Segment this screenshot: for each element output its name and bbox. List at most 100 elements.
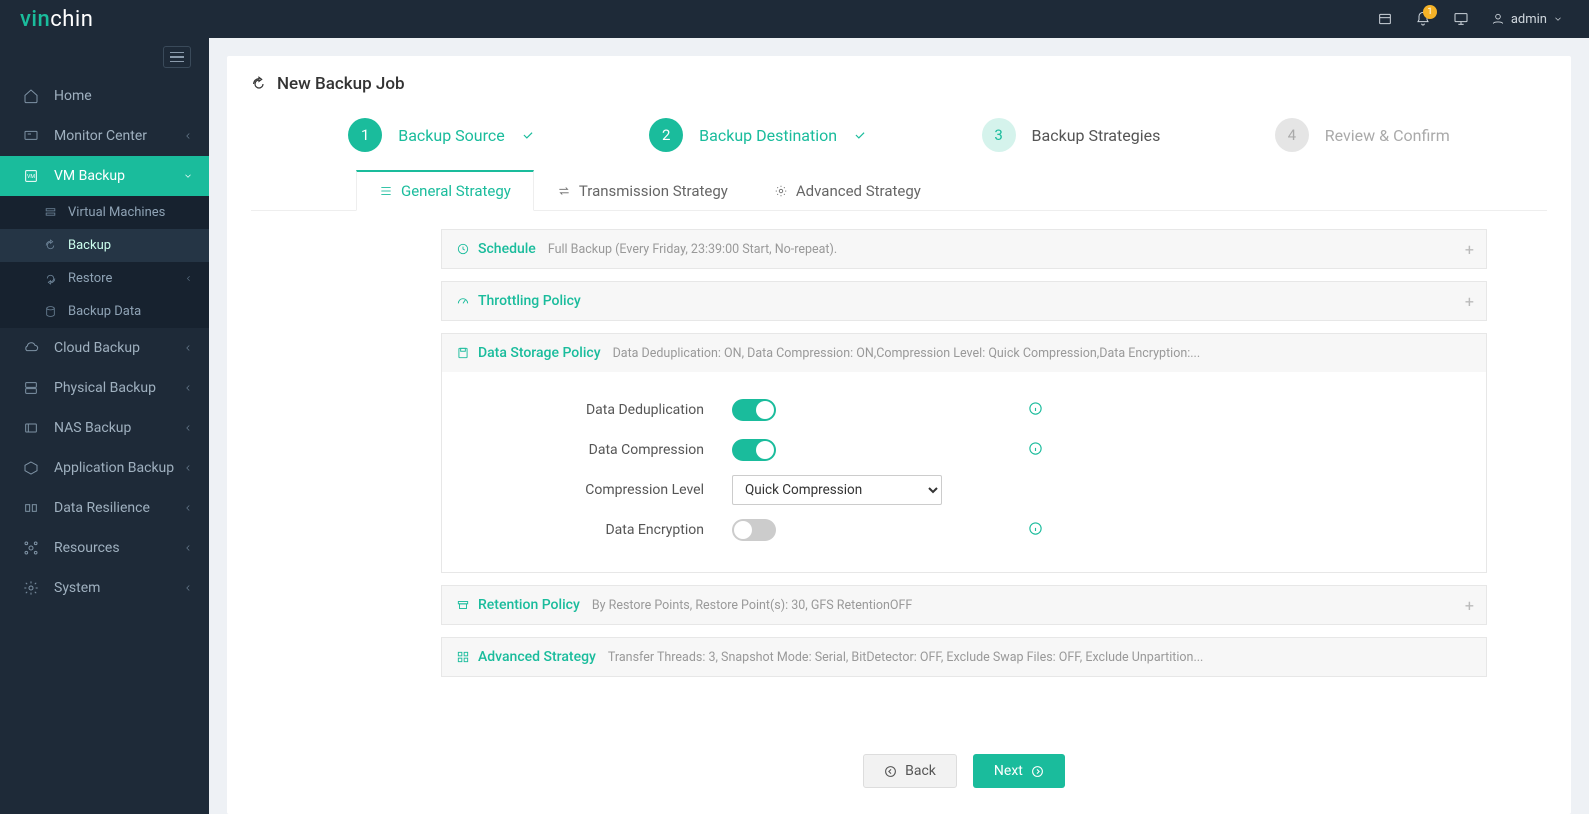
tab-advanced-strategy[interactable]: Advanced Strategy	[751, 170, 944, 210]
sidebar-toggle[interactable]	[0, 38, 209, 76]
step-label: Review & Confirm	[1325, 126, 1450, 145]
expand-icon: +	[1465, 596, 1474, 615]
sidebar-subitem-backup[interactable]: Backup	[0, 229, 209, 262]
toggle-data-deduplication[interactable]	[732, 399, 776, 421]
arrow-left-icon	[884, 765, 897, 778]
monitor-icon[interactable]	[1453, 11, 1469, 27]
sidebar-item-resources[interactable]: Resources	[0, 528, 209, 568]
gauge-icon	[456, 294, 470, 308]
panel-summary: By Restore Points, Restore Point(s): 30,…	[592, 598, 1472, 613]
panel-header-data-storage[interactable]: Data Storage Policy Data Deduplication: …	[442, 334, 1486, 372]
sidebar-item-system[interactable]: System	[0, 568, 209, 608]
wizard-footer: Back Next	[441, 738, 1487, 796]
panel-summary: Transfer Threads: 3, Snapshot Mode: Seri…	[608, 650, 1472, 665]
step-number: 2	[649, 118, 683, 152]
tab-general-strategy[interactable]: General Strategy	[356, 170, 534, 211]
notif-badge: 1	[1423, 5, 1437, 19]
chevron-right-icon	[183, 131, 193, 141]
main-area: New Backup Job 1 Backup Source 2 Backup …	[209, 38, 1589, 814]
user-name: admin	[1511, 12, 1547, 27]
bell-icon[interactable]: 1	[1415, 11, 1431, 27]
sidebar-item-label: Resources	[54, 540, 120, 556]
strategy-panels: Schedule Full Backup (Every Friday, 23:3…	[441, 229, 1487, 738]
panel-header-schedule[interactable]: Schedule Full Backup (Every Friday, 23:3…	[442, 230, 1486, 268]
sidebar-subitem-restore[interactable]: Restore	[0, 262, 209, 295]
list-icon	[44, 206, 58, 220]
sidebar-item-application-backup[interactable]: Application Backup	[0, 448, 209, 488]
sidebar-subitem-virtual-machines[interactable]: Virtual Machines	[0, 196, 209, 229]
step-number: 1	[348, 118, 382, 152]
sidebar-item-physical-backup[interactable]: Physical Backup	[0, 368, 209, 408]
panel-data-storage: Data Storage Policy Data Deduplication: …	[441, 333, 1487, 573]
expand-icon: +	[1465, 240, 1474, 259]
panel-body-data-storage: Data Deduplication Data Compression	[442, 372, 1486, 572]
sidebar-item-monitor-center[interactable]: Monitor Center	[0, 116, 209, 156]
info-icon[interactable]	[1028, 401, 1043, 420]
sidebar: Home Monitor Center VM VM Backup Virtual…	[0, 38, 209, 814]
panel-title: Schedule	[478, 241, 536, 257]
brand-right: chin	[50, 7, 93, 32]
panel-advanced: Advanced Strategy Transfer Threads: 3, S…	[441, 637, 1487, 677]
sidebar-submenu-vm-backup: Virtual Machines Backup Restore Backup D…	[0, 196, 209, 328]
step-label: Backup Destination	[699, 126, 837, 145]
row-data-compression: Data Compression	[472, 430, 1456, 470]
refresh-icon	[44, 239, 58, 253]
panel-header-advanced[interactable]: Advanced Strategy Transfer Threads: 3, S…	[442, 638, 1486, 676]
sidebar-item-home[interactable]: Home	[0, 76, 209, 116]
resources-icon	[22, 539, 40, 557]
panel-header-retention[interactable]: Retention Policy By Restore Points, Rest…	[442, 586, 1486, 624]
hamburger-icon	[163, 46, 191, 68]
step-number: 3	[982, 118, 1016, 152]
sidebar-item-label: Home	[54, 88, 92, 104]
resilience-icon	[22, 499, 40, 517]
step-review-confirm[interactable]: 4 Review & Confirm	[1275, 118, 1450, 152]
toggle-data-encryption[interactable]	[732, 519, 776, 541]
chevron-right-icon	[184, 274, 193, 283]
sidebar-item-vm-backup[interactable]: VM VM Backup	[0, 156, 209, 196]
sidebar-item-label: Backup Data	[68, 304, 141, 319]
user-menu[interactable]: admin	[1491, 12, 1569, 27]
panel-schedule: Schedule Full Backup (Every Friday, 23:3…	[441, 229, 1487, 269]
sidebar-subitem-backup-data[interactable]: Backup Data	[0, 295, 209, 328]
tab-label: General Strategy	[401, 182, 511, 200]
nas-icon	[22, 419, 40, 437]
step-number: 4	[1275, 118, 1309, 152]
cloud-icon	[22, 339, 40, 357]
step-backup-destination[interactable]: 2 Backup Destination	[649, 118, 867, 152]
toggle-data-compression[interactable]	[732, 439, 776, 461]
row-data-deduplication: Data Deduplication	[472, 390, 1456, 430]
step-backup-source[interactable]: 1 Backup Source	[348, 118, 535, 152]
info-icon[interactable]	[1028, 521, 1043, 540]
chevron-right-icon	[183, 343, 193, 353]
next-button[interactable]: Next	[973, 754, 1065, 788]
tab-label: Transmission Strategy	[579, 182, 728, 200]
field-label: Data Deduplication	[472, 402, 732, 418]
panel-title: Data Storage Policy	[478, 345, 601, 361]
panel-retention: Retention Policy By Restore Points, Rest…	[441, 585, 1487, 625]
panel-title: Throttling Policy	[478, 293, 581, 309]
panel-header-throttling[interactable]: Throttling Policy +	[442, 282, 1486, 320]
sidebar-item-nas-backup[interactable]: NAS Backup	[0, 408, 209, 448]
sidebar-item-label: Application Backup	[54, 460, 174, 476]
gauge-icon	[22, 127, 40, 145]
panel-title: Retention Policy	[478, 597, 580, 613]
row-data-encryption: Data Encryption	[472, 510, 1456, 550]
back-button[interactable]: Back	[863, 754, 957, 788]
refresh-icon	[251, 76, 267, 92]
chevron-right-icon	[183, 383, 193, 393]
topbar: vinchin 1 admin	[0, 0, 1589, 38]
step-backup-strategies[interactable]: 3 Backup Strategies	[982, 118, 1161, 152]
step-label: Backup Source	[398, 126, 505, 145]
svg-text:VM: VM	[27, 174, 35, 180]
chevron-right-icon	[183, 423, 193, 433]
sidebar-item-cloud-backup[interactable]: Cloud Backup	[0, 328, 209, 368]
sidebar-item-label: System	[54, 580, 100, 596]
tab-transmission-strategy[interactable]: Transmission Strategy	[534, 170, 751, 210]
sidebar-item-label: Cloud Backup	[54, 340, 140, 356]
list-icon[interactable]	[1377, 11, 1393, 27]
check-icon	[521, 128, 535, 142]
panel-throttling: Throttling Policy +	[441, 281, 1487, 321]
select-compression-level[interactable]: Quick Compression	[732, 475, 942, 505]
sidebar-item-data-resilience[interactable]: Data Resilience	[0, 488, 209, 528]
info-icon[interactable]	[1028, 441, 1043, 460]
